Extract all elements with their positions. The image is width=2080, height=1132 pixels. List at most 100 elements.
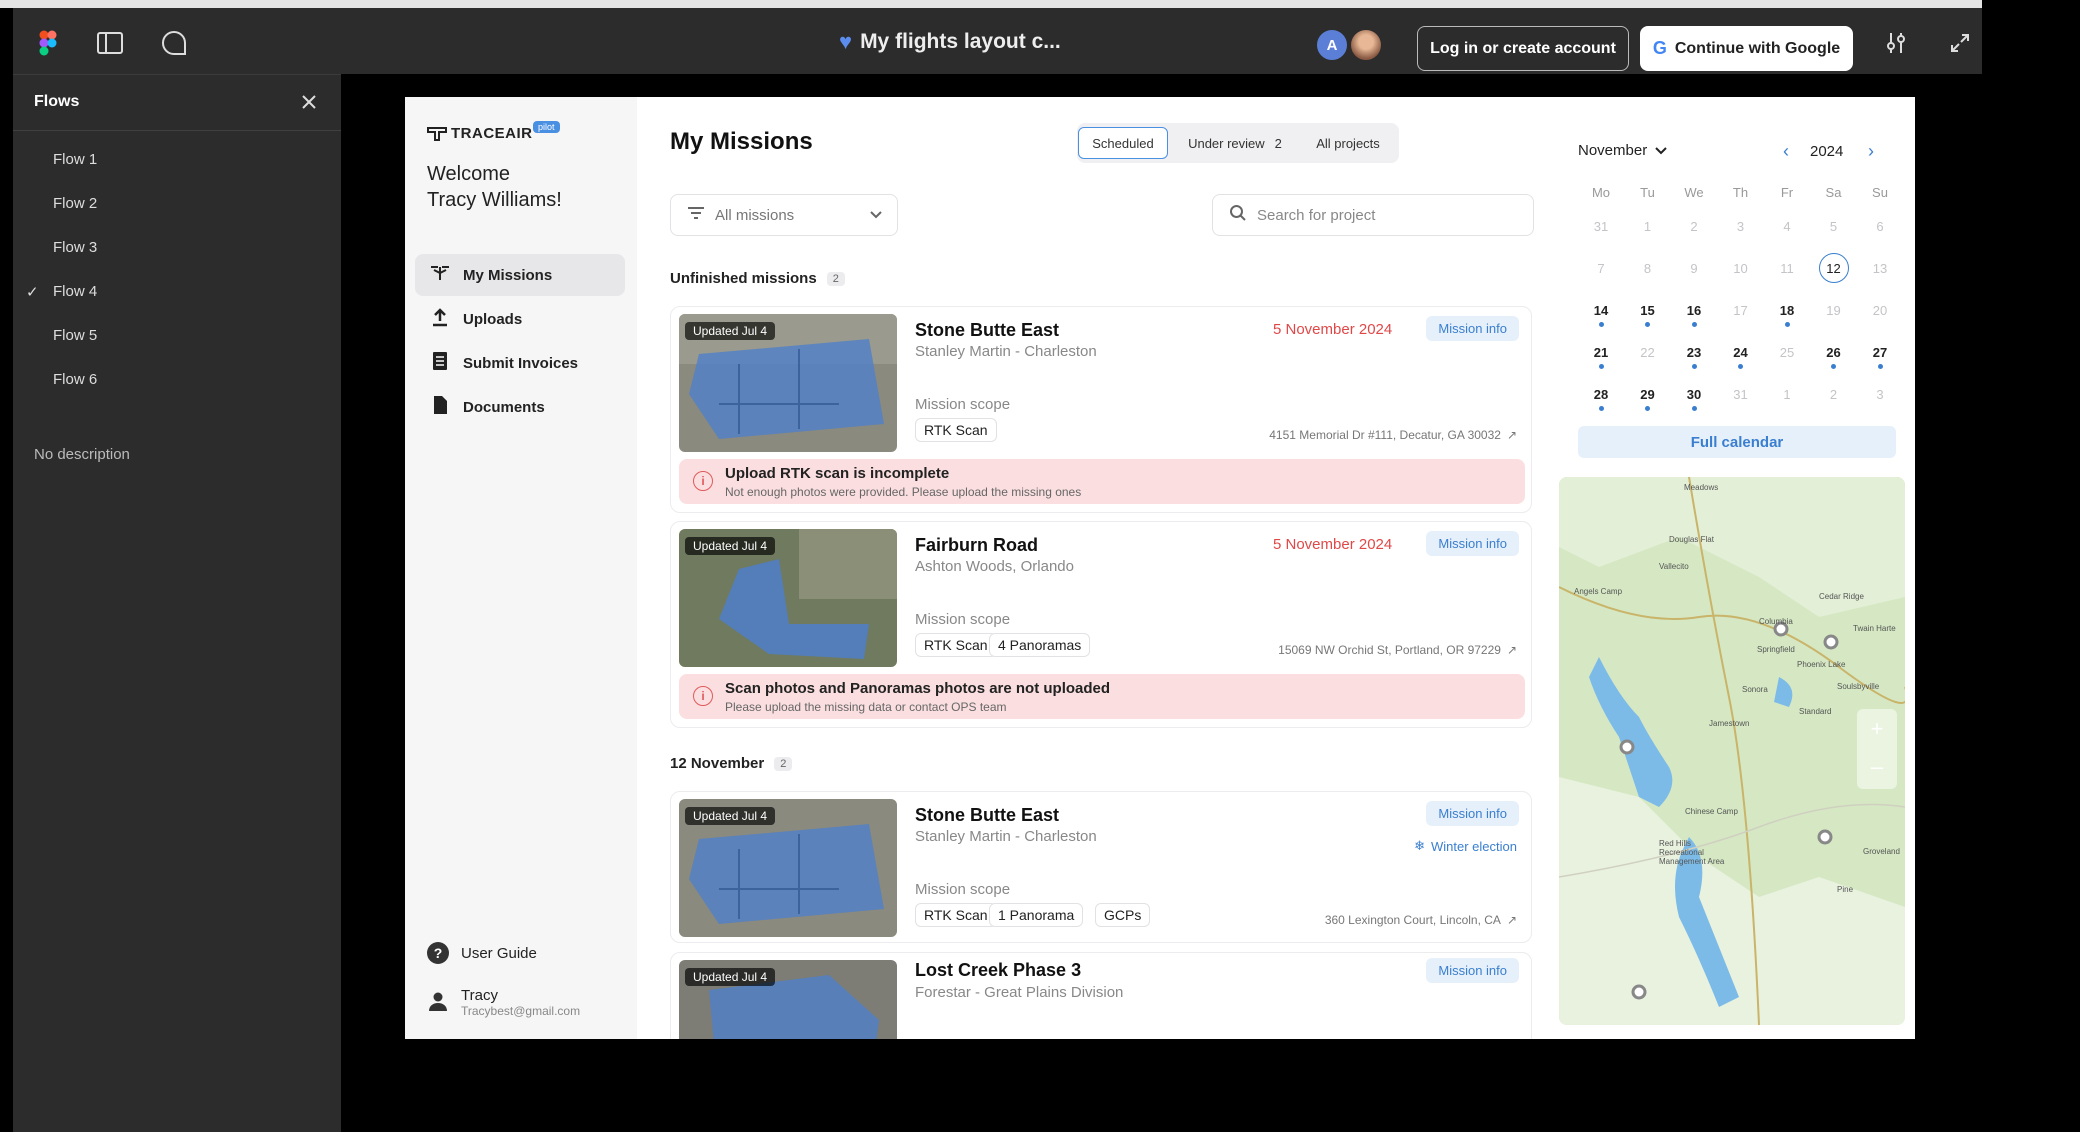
calendar-day[interactable]: 6 [1862,219,1898,234]
calendar-day[interactable]: 1 [1630,219,1666,234]
scope-chip: 1 Panorama [989,903,1084,927]
avatar-photo[interactable] [1349,28,1383,62]
file-title: ♥ My flights layout c... [839,29,1061,54]
mission-thumbnail: Updated Jul 4 [679,314,897,452]
nav-my-missions[interactable]: My Missions [415,254,625,296]
search-input[interactable]: Search for project [1212,194,1534,236]
calendar-day[interactable]: 8 [1630,261,1666,276]
user-icon [427,990,449,1016]
calendar-day[interactable]: 2 [1676,219,1712,234]
flow-item-selected[interactable]: Flow 4 [53,283,97,300]
external-link-icon[interactable]: ↗ [1507,913,1517,927]
calendar-day[interactable]: 19 [1816,303,1852,318]
calendar-day[interactable]: 27 [1862,345,1898,360]
weekday-label: We [1684,185,1704,200]
snowflake-icon: ❄ [1414,838,1426,853]
comment-icon[interactable] [159,28,189,58]
mission-subtitle: Ashton Woods, Orlando [915,558,1074,575]
alert-title: Upload RTK scan is incomplete [725,465,950,482]
scope-chip: 4 Panoramas [989,633,1091,657]
expand-icon[interactable] [1945,28,1975,58]
calendar-day[interactable]: 17 [1723,303,1759,318]
event-dot [1691,322,1697,327]
tab-scheduled[interactable]: Scheduled [1078,127,1168,159]
map-place-label: Chinese Camp [1685,807,1738,816]
flow-item[interactable]: Flow 6 [53,371,97,388]
nav-documents[interactable]: Documents [415,386,625,428]
missions-filter-dropdown[interactable]: All missions [670,194,898,236]
zoom-out-button[interactable]: – [1857,749,1897,789]
calendar-day[interactable]: 28 [1583,387,1619,402]
avatar-letter[interactable]: A [1315,28,1349,62]
calendar-day[interactable]: 1 [1769,387,1805,402]
event-dot [1598,406,1604,411]
calendar-day[interactable]: 2 [1816,387,1852,402]
calendar-day[interactable]: 11 [1769,261,1805,276]
upload-icon [429,307,451,331]
external-link-icon[interactable]: ↗ [1507,428,1517,442]
mission-info-button[interactable]: Mission info [1426,958,1519,983]
calendar-day[interactable]: 25 [1769,345,1805,360]
calendar-day[interactable]: 21 [1583,345,1619,360]
calendar-day[interactable]: 26 [1816,345,1852,360]
nav-uploads[interactable]: Uploads [415,298,625,340]
flow-item[interactable]: Flow 1 [53,151,97,168]
tab-all-projects[interactable]: All projects [1301,127,1395,159]
tab-under-review[interactable]: Under review 2 [1175,127,1295,159]
full-calendar-button[interactable]: Full calendar [1578,426,1896,458]
calendar-day[interactable]: 7 [1583,261,1619,276]
google-login-button[interactable]: G Continue with Google [1640,26,1853,71]
sidebar-toggle-icon[interactable] [95,28,125,58]
browser-top-edge [0,0,1982,8]
calendar-day[interactable]: 31 [1723,387,1759,402]
count-badge: 2 [774,756,793,771]
calendar-day[interactable]: 20 [1862,303,1898,318]
flow-item[interactable]: Flow 5 [53,327,97,344]
calendar-day[interactable]: 15 [1630,303,1666,318]
calendar-day[interactable]: 14 [1583,303,1619,318]
mission-date: 5 November 2024 [1273,536,1393,553]
flows-panel: Flows Flow 1 Flow 2 Flow 3 ✓ Flow 4 Flow… [13,74,341,1132]
mission-info-button[interactable]: Mission info [1426,531,1519,556]
prev-year-button[interactable]: ‹ [1783,141,1789,162]
close-icon[interactable] [296,89,322,115]
month-selector[interactable]: November [1578,142,1667,159]
mission-card[interactable]: Updated Jul 4 Stone Butte East Stanley M… [670,791,1532,943]
nav-submit-invoices[interactable]: Submit Invoices [415,342,625,384]
user-profile[interactable]: Tracy Tracybest@gmail.com [427,987,580,1018]
mission-info-button[interactable]: Mission info [1426,316,1519,341]
calendar-day[interactable]: 22 [1630,345,1666,360]
user-guide-link[interactable]: ? User Guide [427,942,537,964]
mission-info-button[interactable]: Mission info [1426,801,1519,826]
calendar-day[interactable]: 13 [1862,261,1898,276]
next-year-button[interactable]: › [1868,141,1874,162]
calendar-day[interactable]: 5 [1816,219,1852,234]
calendar-day-today[interactable]: 12 [1816,261,1852,276]
calendar-day[interactable]: 3 [1862,387,1898,402]
figma-logo-icon[interactable] [33,28,63,58]
flow-item[interactable]: Flow 2 [53,195,97,212]
calendar-day[interactable]: 24 [1723,345,1759,360]
project-map[interactable]: + – Meadows Douglas Flat Vallecito Angels C… [1559,477,1905,1025]
flow-item[interactable]: Flow 3 [53,239,97,256]
zoom-in-button[interactable]: + [1857,709,1897,749]
calendar-day[interactable]: 29 [1630,387,1666,402]
calendar-day[interactable]: 9 [1676,261,1712,276]
mission-card[interactable]: Updated Jul 4 Stone Butte East Stanley M… [670,306,1532,513]
calendar-day[interactable]: 4 [1769,219,1805,234]
weekday-label: Tu [1640,185,1655,200]
calendar-day[interactable]: 16 [1676,303,1712,318]
mission-title: Stone Butte East [915,320,1060,340]
login-button[interactable]: Log in or create account [1417,26,1629,71]
external-link-icon[interactable]: ↗ [1507,643,1517,657]
calendar-day[interactable]: 30 [1676,387,1712,402]
settings-sliders-icon[interactable] [1881,28,1911,58]
mission-card[interactable]: Updated Jul 4 Fairburn Road Ashton Woods… [670,521,1532,728]
calendar-day[interactable]: 10 [1723,261,1759,276]
mission-card[interactable]: Updated Jul 4 Lost Creek Phase 3 Foresta… [670,952,1532,1039]
calendar-day[interactable]: 3 [1723,219,1759,234]
calendar-day[interactable]: 18 [1769,303,1805,318]
calendar-day[interactable]: 23 [1676,345,1712,360]
calendar-day[interactable]: 31 [1583,219,1619,234]
mission-address: 15069 NW Orchid St, Portland, OR 97229 ↗ [1278,643,1517,657]
